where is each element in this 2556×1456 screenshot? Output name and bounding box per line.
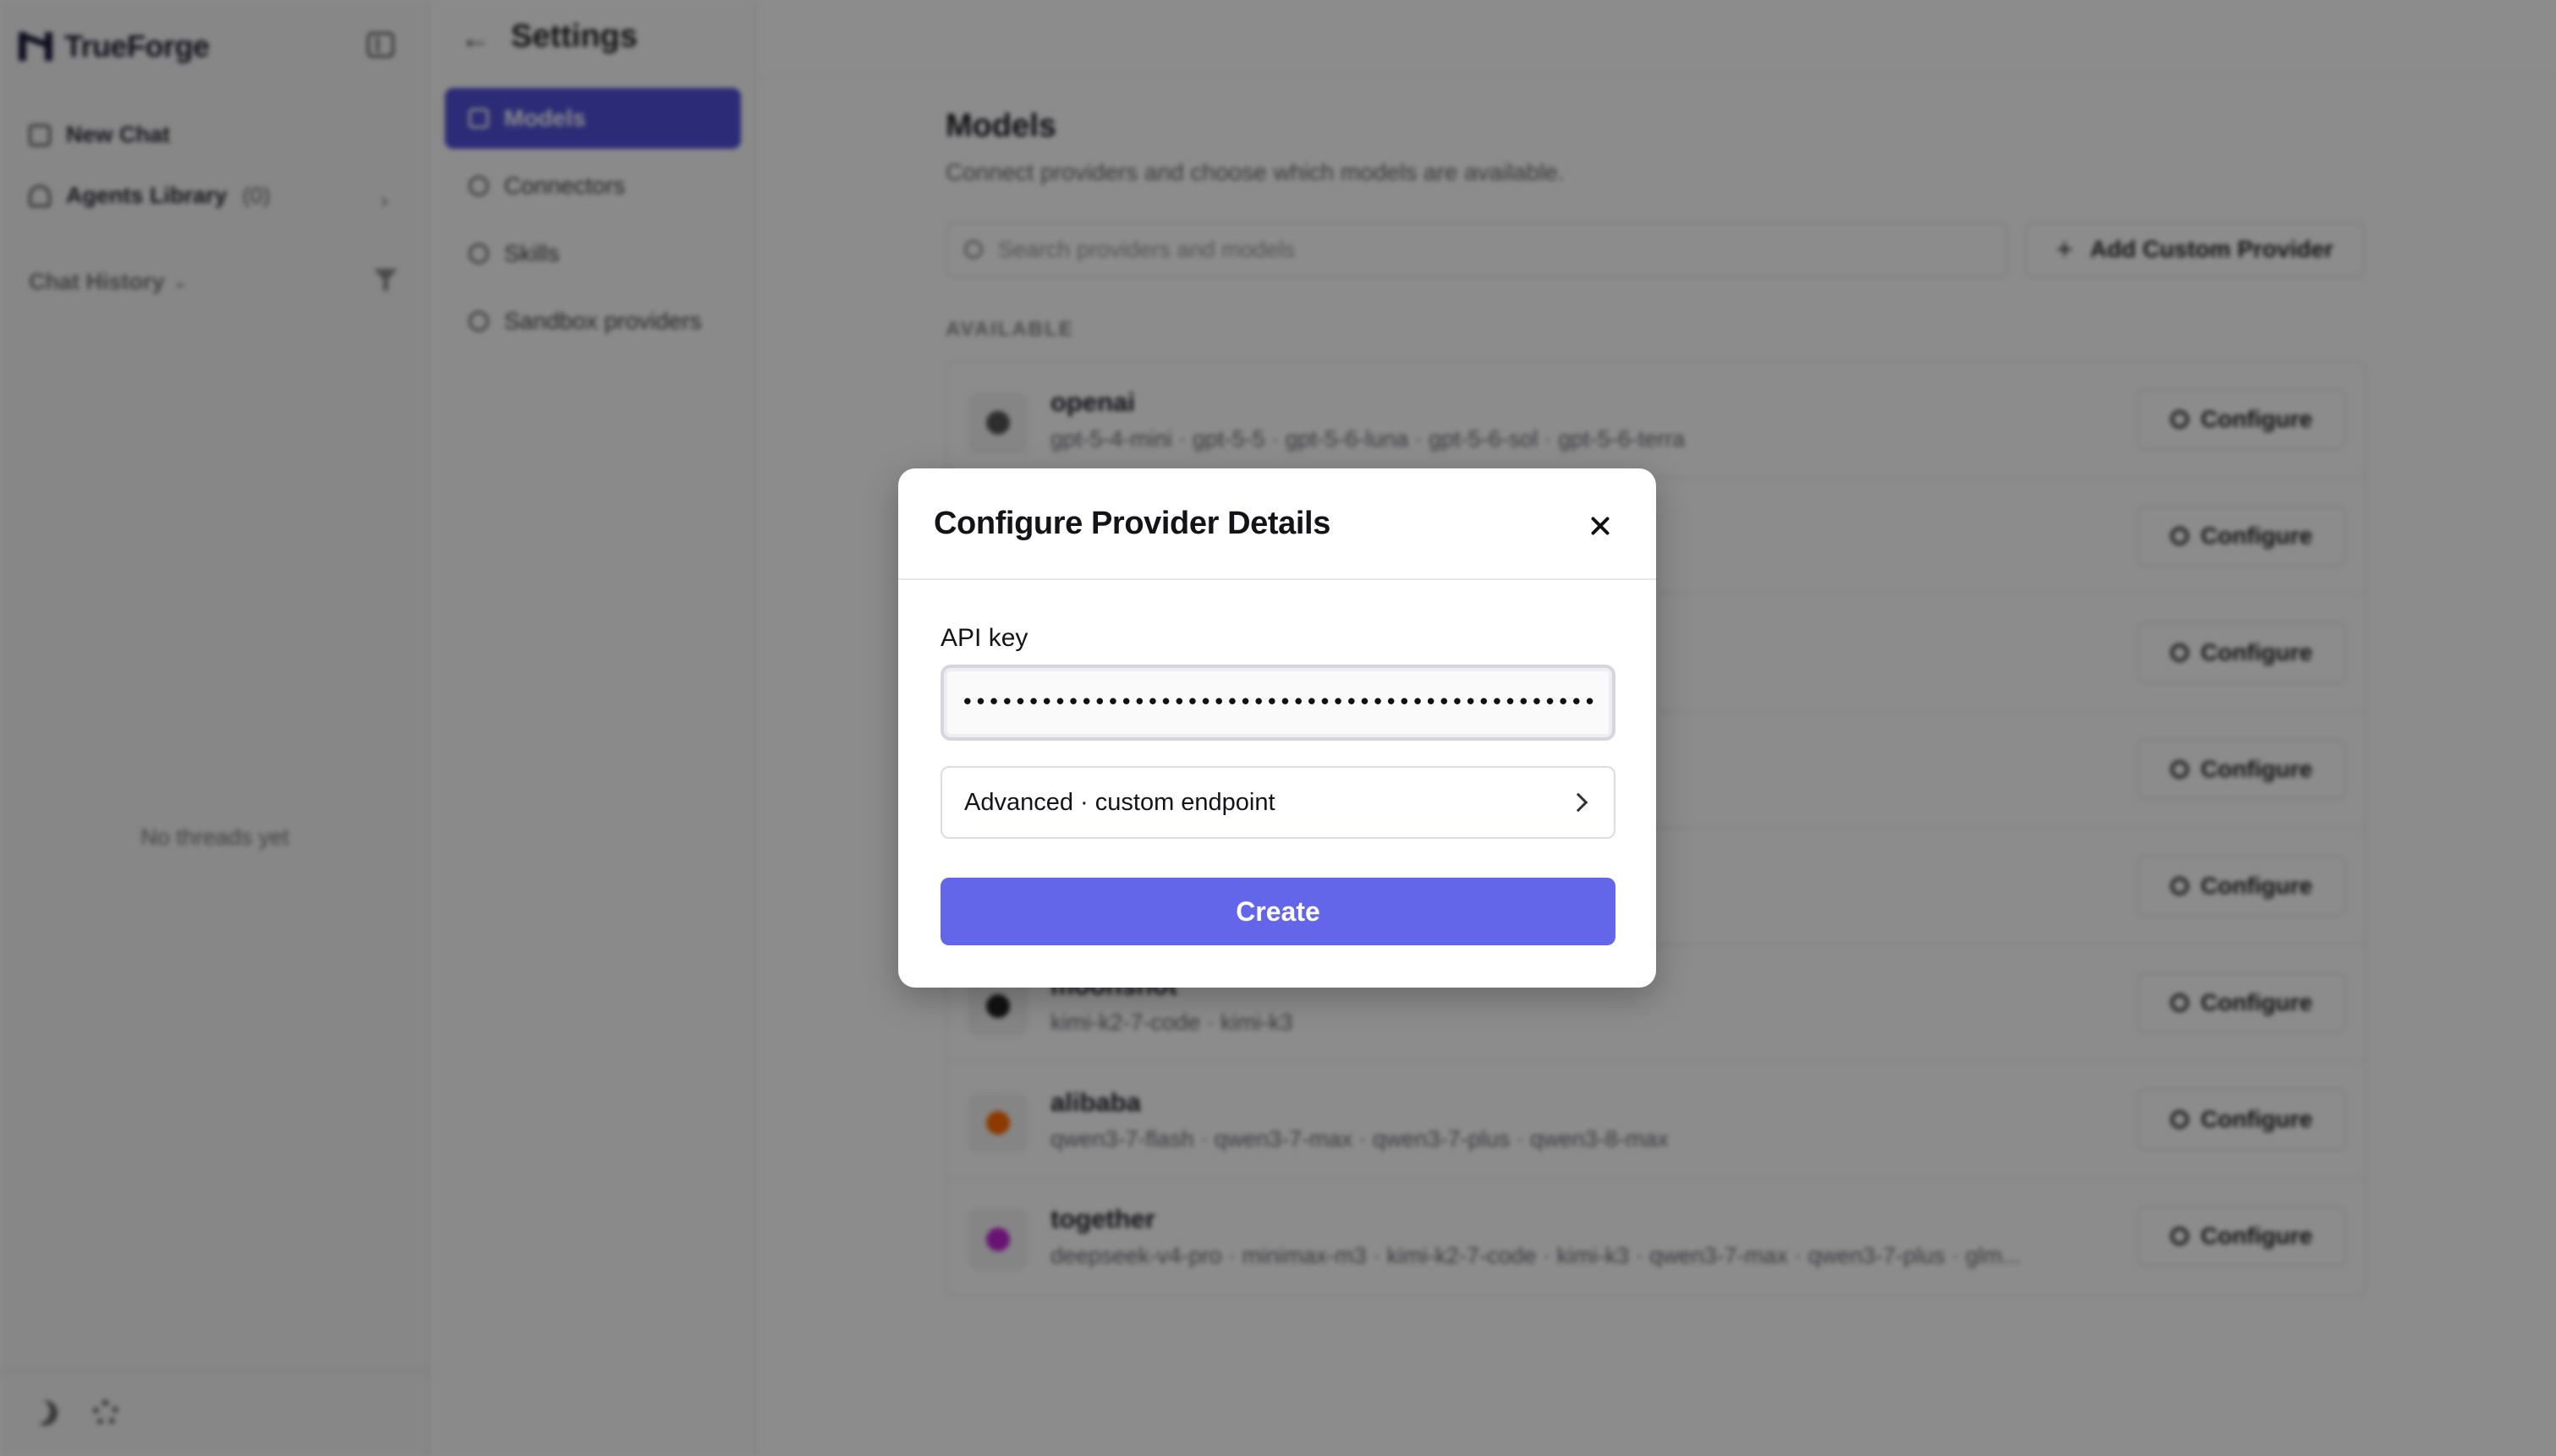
create-button[interactable]: Create [941, 878, 1615, 945]
dialog-title: Configure Provider Details [934, 506, 1330, 541]
close-icon[interactable] [1582, 507, 1619, 545]
chevron-right-icon [1568, 792, 1588, 813]
api-key-label: API key [941, 624, 1028, 652]
advanced-label: Advanced · custom endpoint [964, 788, 1275, 816]
dialog-header: Configure Provider Details [898, 468, 1656, 580]
configure-provider-dialog: Configure Provider Details API key Advan… [898, 468, 1656, 988]
api-key-input[interactable] [941, 665, 1615, 741]
advanced-custom-endpoint-toggle[interactable]: Advanced · custom endpoint [941, 766, 1615, 839]
